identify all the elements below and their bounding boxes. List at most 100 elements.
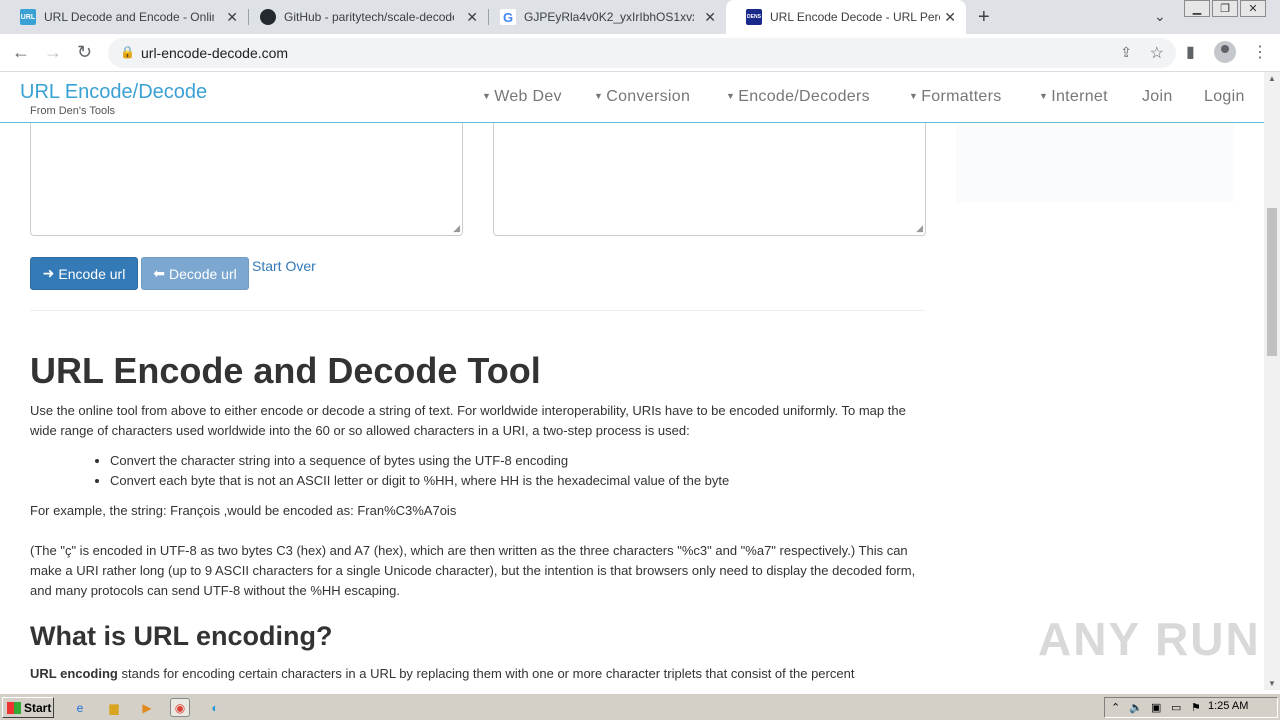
ie-icon[interactable]: e: [70, 698, 90, 717]
tab-title: URL Encode Decode - URL Percent E: [770, 10, 940, 24]
menu-conversion[interactable]: ▼ Conversion: [594, 88, 690, 106]
list-item: Convert the character string into a sequ…: [110, 451, 729, 471]
paragraph-text: stands for encoding certain characters i…: [117, 666, 855, 681]
side-panel-icon[interactable]: ▮: [1186, 42, 1195, 62]
tab-close-icon[interactable]: ✕: [944, 9, 956, 26]
sidebar-ad-box: [956, 123, 1234, 202]
bookmark-star-icon[interactable]: ☆: [1150, 43, 1164, 63]
share-icon[interactable]: ⇪: [1120, 44, 1132, 61]
address-bar[interactable]: 🔒 url-encode-decode.com ⇪ ☆: [108, 38, 1176, 68]
tab-url-encode-active[interactable]: DENS URL Encode Decode - URL Percent E ✕: [726, 0, 966, 34]
menu-label: Encode/Decoders: [738, 88, 870, 105]
tray-expand-icon[interactable]: ⌃: [1111, 701, 1120, 714]
start-label: Start: [24, 700, 52, 715]
caret-down-icon: ▼: [726, 91, 736, 101]
site-navbar: URL Encode/Decode From Den's Tools ▼ Web …: [0, 72, 1264, 123]
tab-title: GJPEyRla4v0K2_yxIrIbhOS1xvxa8F: [524, 10, 694, 24]
site-brand[interactable]: URL Encode/Decode: [20, 81, 207, 104]
start-over-link[interactable]: Start Over: [252, 258, 316, 274]
menu-encode-decoders[interactable]: ▼ Encode/Decoders: [726, 88, 870, 106]
windows-taskbar: Start e ▆ ▶ ◉ ◐ ⌃ 🔈 ▣ ▭ ⚑ 1:25 AM: [0, 693, 1280, 720]
google-icon: G: [500, 9, 516, 25]
resize-grip-icon[interactable]: ◢: [453, 223, 460, 234]
input-textarea[interactable]: ◢: [30, 112, 463, 236]
back-icon[interactable]: ←: [12, 42, 30, 63]
caret-down-icon: ▼: [909, 91, 919, 101]
volume-icon[interactable]: 🔈: [1129, 701, 1143, 714]
system-tray: ⌃ 🔈 ▣ ▭ ⚑: [1104, 697, 1278, 718]
reload-icon[interactable]: ↻: [77, 42, 92, 63]
tab-close-icon[interactable]: ✕: [226, 9, 238, 26]
divider: [30, 310, 925, 311]
site-brand-subtitle: From Den's Tools: [30, 105, 116, 117]
menu-internet[interactable]: ▼ Internet: [1039, 88, 1108, 106]
encode-url-button[interactable]: ➜ Encode url: [30, 257, 138, 290]
network-icon[interactable]: ▣: [1151, 701, 1161, 714]
caret-down-icon: ▼: [1039, 91, 1049, 101]
decode-url-button[interactable]: ⬅ Decode url: [141, 257, 249, 290]
tab-close-icon[interactable]: ✕: [466, 9, 478, 26]
tab-title: GitHub - paritytech/scale-decode: De: [284, 10, 454, 24]
list-item: Convert each byte that is not an ASCII l…: [110, 471, 729, 491]
tab-google[interactable]: G GJPEyRla4v0K2_yxIrIbhOS1xvxa8F ✕: [480, 0, 726, 34]
menu-label: Formatters: [921, 88, 1002, 105]
bold-term: URL encoding: [30, 666, 118, 681]
caret-down-icon: ▼: [594, 91, 604, 101]
github-icon: [260, 9, 276, 25]
tab-title: URL Decode and Encode - Online: [44, 10, 214, 24]
anyrun-watermark: ANY RUN: [1038, 613, 1261, 665]
flag-notification-icon[interactable]: ⚑: [1191, 701, 1201, 714]
tab-url-decode[interactable]: URL URL Decode and Encode - Online ✕: [0, 0, 248, 34]
tab-github[interactable]: GitHub - paritytech/scale-decode: De ✕: [240, 0, 488, 34]
start-button[interactable]: Start: [2, 697, 54, 718]
new-tab-icon[interactable]: +: [978, 6, 990, 29]
profile-avatar[interactable]: [1214, 41, 1236, 63]
menu-join[interactable]: Join: [1142, 88, 1173, 106]
lock-icon[interactable]: 🔒: [120, 45, 135, 59]
page-viewport: URL Encode/Decode From Den's Tools ▼ Web …: [0, 72, 1264, 690]
example-paragraph: For example, the string: François ,would…: [30, 503, 457, 518]
window-controls: ▁ ❐ ✕: [1182, 0, 1266, 20]
chrome-icon[interactable]: ◉: [170, 698, 190, 717]
dens-icon: DENS: [746, 9, 762, 25]
url-encoding-paragraph: URL encoding stands for encoding certain…: [30, 664, 925, 684]
output-textarea[interactable]: ◢: [493, 112, 926, 236]
button-label: Decode url: [169, 265, 237, 282]
tab-search-chevron-icon[interactable]: ⌄: [1154, 8, 1166, 25]
resize-grip-icon[interactable]: ◢: [916, 223, 923, 234]
windows-flag-icon: [7, 701, 21, 714]
caret-down-icon: ▼: [482, 91, 492, 101]
steps-list: Convert the character string into a sequ…: [110, 451, 729, 491]
tab-close-icon[interactable]: ✕: [704, 9, 716, 26]
tab-strip: URL URL Decode and Encode - Online ✕ Git…: [0, 0, 1280, 34]
clock: 1:25 AM: [1208, 700, 1249, 712]
page-scrollbar[interactable]: ▲ ▼: [1264, 72, 1280, 690]
button-label: Encode url: [58, 265, 126, 282]
menu-label: Conversion: [606, 88, 691, 105]
scrollbar-thumb[interactable]: [1267, 208, 1277, 356]
scroll-down-icon[interactable]: ▼: [1268, 679, 1276, 688]
menu-formatters[interactable]: ▼ Formatters: [909, 88, 1002, 106]
minimize-icon[interactable]: ▁: [1184, 0, 1210, 17]
menu-login[interactable]: Login: [1204, 88, 1245, 106]
explain-paragraph: (The "ç" is encoded in UTF-8 as two byte…: [30, 543, 916, 598]
restore-icon[interactable]: ❐: [1212, 0, 1238, 17]
scroll-up-icon[interactable]: ▲: [1268, 74, 1276, 83]
media-player-icon[interactable]: ▶: [137, 698, 157, 717]
arrow-left-icon: ⬅: [153, 265, 166, 281]
menu-web-dev[interactable]: ▼ Web Dev: [482, 88, 562, 106]
menu-label: Join: [1142, 88, 1173, 105]
url-favicon-icon: URL: [20, 9, 36, 25]
menu-label: Internet: [1051, 88, 1108, 105]
folder-icon[interactable]: ▆: [104, 698, 124, 717]
arrow-right-icon: ➜: [42, 265, 55, 281]
display-icon[interactable]: ▭: [1171, 701, 1181, 714]
edge-icon[interactable]: ◐: [205, 698, 225, 717]
forward-icon[interactable]: →: [44, 42, 62, 63]
menu-label: Login: [1204, 88, 1245, 105]
menu-kebab-icon[interactable]: ⋮: [1252, 42, 1268, 62]
menu-label: Web Dev: [494, 88, 562, 105]
browser-toolbar: ← → ↻ 🔒 url-encode-decode.com ⇪ ☆ ▮ ⋮: [0, 34, 1280, 72]
close-window-icon[interactable]: ✕: [1240, 0, 1266, 17]
page-title: URL Encode and Decode Tool: [30, 350, 541, 391]
